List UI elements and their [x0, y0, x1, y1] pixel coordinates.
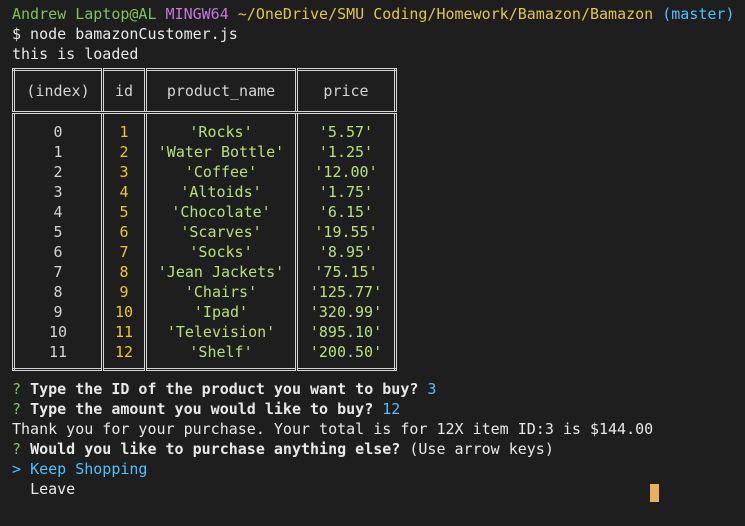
table-row: 7 8 'Jean Jackets' '75.15' — [14, 262, 396, 282]
question-continue: ? Would you like to purchase anything el… — [12, 439, 745, 459]
purchase-confirmation: Thank you for your purchase. Your total … — [12, 420, 654, 438]
answer-amount: 12 — [382, 400, 401, 418]
cell-id: 8 — [101, 262, 146, 282]
cell-product-name: 'Rocks' — [144, 122, 297, 142]
choice-keep-shopping[interactable]: > Keep Shopping — [12, 459, 745, 479]
table-row: 1 2 'Water Bottle' '1.25' — [14, 142, 396, 162]
cell-id: 6 — [101, 222, 146, 242]
question-mark: ? — [12, 400, 22, 418]
question-amount: ? Type the amount you would like to buy?… — [12, 399, 745, 419]
header-price: price — [295, 69, 396, 114]
cell-index: 10 — [48, 323, 68, 341]
cell-index: 5 — [53, 223, 63, 241]
table-row: 2 3 'Coffee' '12.00' — [14, 162, 396, 182]
header-index: (index) — [13, 69, 103, 114]
cell-product-name: 'Socks' — [144, 242, 297, 262]
cell-product-name: 'Shelf' — [144, 342, 297, 362]
table-spacer — [14, 362, 396, 370]
header-product-name: product_name — [144, 69, 297, 114]
cell-price: '320.99' — [295, 302, 396, 322]
prompt-shell: MINGW64 — [165, 5, 229, 23]
table-spacer — [14, 112, 396, 122]
question-text: Type the amount you would like to buy? — [30, 400, 374, 418]
table-row: 8 9 'Chairs' '125.77' — [14, 282, 396, 302]
cell-id: 11 — [101, 322, 146, 342]
cell-index: 2 — [53, 163, 63, 181]
prompt-path: ~/OneDrive/SMU Coding/Homework/Bamazon/B… — [237, 5, 654, 23]
command-line: $ node bamazonCustomer.js — [12, 25, 238, 43]
cell-id: 1 — [101, 122, 146, 142]
cell-index: 9 — [53, 303, 63, 321]
terminal-cursor — [650, 484, 659, 502]
choice-leave[interactable]: Leave — [12, 479, 745, 499]
table-row: 6 7 'Socks' '8.95' — [14, 242, 396, 262]
table-row: 9 10 'Ipad' '320.99' — [14, 302, 396, 322]
question-mark: ? — [12, 380, 22, 398]
cell-index: 3 — [53, 183, 63, 201]
cell-id: 7 — [101, 242, 146, 262]
cell-price: '1.25' — [295, 142, 396, 162]
cell-price: '1.75' — [295, 182, 396, 202]
cell-product-name: 'Water Bottle' — [144, 142, 297, 162]
cell-index: 0 — [53, 123, 63, 141]
cell-product-name: 'Chocolate' — [144, 202, 297, 222]
choice-label: Leave — [30, 480, 76, 498]
table-row: 3 4 'Altoids' '1.75' — [14, 182, 396, 202]
answer-id: 3 — [427, 380, 437, 398]
table-row: 11 12 'Shelf' '200.50' — [14, 342, 396, 362]
cell-index: 8 — [53, 283, 63, 301]
cell-product-name: 'Scarves' — [144, 222, 297, 242]
prompt-user-host: Andrew Laptop@AL — [12, 5, 157, 23]
terminal-window[interactable]: Andrew Laptop@AL MINGW64 ~/OneDrive/SMU … — [12, 4, 745, 526]
table-row: 5 6 'Scarves' '19.55' — [14, 222, 396, 242]
cell-id: 10 — [101, 302, 146, 322]
cell-index: 7 — [53, 263, 63, 281]
table-row: 10 11 'Television' '895.10' — [14, 322, 396, 342]
prompt-branch: (master) — [662, 5, 735, 23]
question-hint: (Use arrow keys) — [409, 440, 554, 458]
cell-price: '895.10' — [295, 322, 396, 342]
question-text: Type the ID of the product you want to b… — [30, 380, 419, 398]
cell-price: '125.77' — [295, 282, 396, 302]
cell-price: '8.95' — [295, 242, 396, 262]
cell-id: 3 — [101, 162, 146, 182]
cell-index: 11 — [48, 343, 68, 361]
cell-price: '19.55' — [295, 222, 396, 242]
cell-product-name: 'Jean Jackets' — [144, 262, 297, 282]
table-row: 0 1 'Rocks' '5.57' — [14, 122, 396, 142]
cell-product-name: 'Altoids' — [144, 182, 297, 202]
cell-price: '6.15' — [295, 202, 396, 222]
table-row: 4 5 'Chocolate' '6.15' — [14, 202, 396, 222]
cell-product-name: 'Coffee' — [144, 162, 297, 182]
cell-price: '12.00' — [295, 162, 396, 182]
cell-index: 6 — [53, 243, 63, 261]
cell-id: 9 — [101, 282, 146, 302]
choice-label: Keep Shopping — [30, 460, 148, 478]
cell-index: 1 — [53, 143, 63, 161]
cell-id: 2 — [101, 142, 146, 162]
cell-id: 4 — [101, 182, 146, 202]
cell-id: 12 — [101, 342, 146, 362]
loaded-message: this is loaded — [12, 45, 139, 63]
selection-pointer-icon: > — [12, 460, 22, 478]
cell-product-name: 'Chairs' — [144, 282, 297, 302]
prompt-line: Andrew Laptop@AL MINGW64 ~/OneDrive/SMU … — [12, 4, 745, 24]
cell-price: '75.15' — [295, 262, 396, 282]
cell-price: '5.57' — [295, 122, 396, 142]
cell-id: 5 — [101, 202, 146, 222]
cell-index: 4 — [53, 203, 63, 221]
cell-product-name: 'Ipad' — [144, 302, 297, 322]
cell-product-name: 'Television' — [144, 322, 297, 342]
header-id: id — [101, 69, 146, 114]
question-text: Would you like to purchase anything else… — [30, 440, 401, 458]
question-mark: ? — [12, 440, 22, 458]
products-table: (index) id product_name price 0 1 'Rocks' '… — [12, 68, 397, 371]
question-id: ? Type the ID of the product you want to… — [12, 379, 745, 399]
cell-price: '200.50' — [295, 342, 396, 362]
table-header-row: (index) id product_name price — [13, 69, 396, 114]
